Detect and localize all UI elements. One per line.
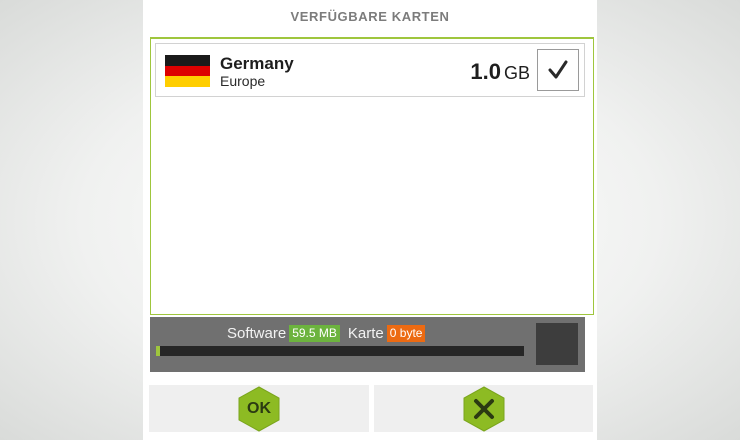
page-title: VERFÜGBARE KARTEN xyxy=(290,9,450,24)
flag-stripe-black xyxy=(165,55,210,66)
map-list[interactable]: Germany Europe 1.0 GB xyxy=(150,37,594,315)
download-progress-fill xyxy=(156,346,160,356)
map-download-panel: VERFÜGBARE KARTEN Germany Europe 1.0 GB S… xyxy=(143,0,597,440)
ok-button[interactable]: OK xyxy=(149,385,369,432)
software-size-badge: 59.5 MB xyxy=(289,325,340,342)
ok-hexagon-icon: OK xyxy=(238,385,280,432)
flag-stripe-gold xyxy=(165,76,210,87)
cancel-button[interactable] xyxy=(374,385,593,432)
download-progress-bar xyxy=(156,346,524,356)
map-select-checkbox[interactable] xyxy=(537,49,579,91)
germany-flag-icon xyxy=(165,55,210,87)
map-size-badge: 0 byte xyxy=(386,325,426,342)
map-size: 1.0 GB xyxy=(470,59,530,85)
status-square-indicator xyxy=(536,323,578,365)
map-size-value: 1.0 xyxy=(470,59,501,84)
map-label: Karte xyxy=(347,325,384,342)
map-country-name: Germany xyxy=(220,54,294,73)
ok-button-label: OK xyxy=(247,399,271,417)
map-size-unit: GB xyxy=(503,63,530,83)
download-size-summary: Software 59.5 MB Karte 0 byte xyxy=(227,325,426,342)
cancel-hexagon-icon xyxy=(463,385,505,432)
list-item[interactable]: Germany Europe 1.0 GB xyxy=(155,43,585,97)
checkmark-icon xyxy=(548,60,568,79)
flag-stripe-red xyxy=(165,65,210,77)
map-region-name: Europe xyxy=(220,73,266,89)
download-status-bar: Software 59.5 MB Karte 0 byte xyxy=(150,317,585,372)
software-label: Software xyxy=(227,325,287,342)
